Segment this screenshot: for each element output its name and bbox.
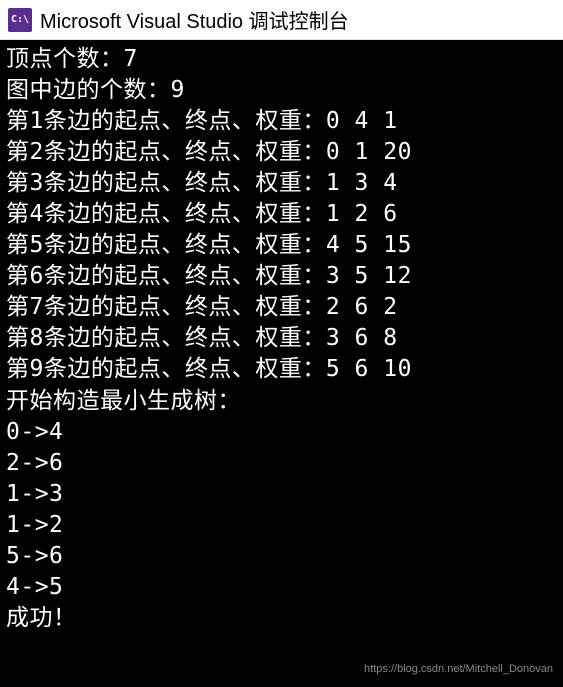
console-line: 成功！ [6,603,557,634]
window-title: Microsoft Visual Studio 调试控制台 [40,5,349,34]
console-line: 5->6 [6,541,557,572]
console-line: 4->5 [6,572,557,603]
watermark: https://blog.csdn.net/Mitchell_Donovan [364,662,553,677]
console-line: 1->2 [6,510,557,541]
title-bar: C:\ Microsoft Visual Studio 调试控制台 [0,0,563,40]
console-line: 开始构造最小生成树： [6,386,557,417]
console-line: 第1条边的起点、终点、权重：0 4 1 [6,106,557,137]
console-line: 1->3 [6,479,557,510]
console-line: 顶点个数：7 [6,44,557,75]
console-output: 顶点个数：7 图中边的个数：9 第1条边的起点、终点、权重：0 4 1 第2条边… [0,40,563,687]
console-line: 2->6 [6,448,557,479]
console-line: 图中边的个数：9 [6,75,557,106]
console-line: 0->4 [6,417,557,448]
app-icon-text: C:\ [11,14,29,25]
console-line: 第7条边的起点、终点、权重：2 6 2 [6,292,557,323]
app-icon: C:\ [8,8,32,32]
console-line: 第9条边的起点、终点、权重：5 6 10 [6,354,557,385]
console-line: 第5条边的起点、终点、权重：4 5 15 [6,230,557,261]
console-line: 第3条边的起点、终点、权重：1 3 4 [6,168,557,199]
console-line: 第2条边的起点、终点、权重：0 1 20 [6,137,557,168]
console-line: 第6条边的起点、终点、权重：3 5 12 [6,261,557,292]
console-line: 第4条边的起点、终点、权重：1 2 6 [6,199,557,230]
console-line: 第8条边的起点、终点、权重：3 6 8 [6,323,557,354]
